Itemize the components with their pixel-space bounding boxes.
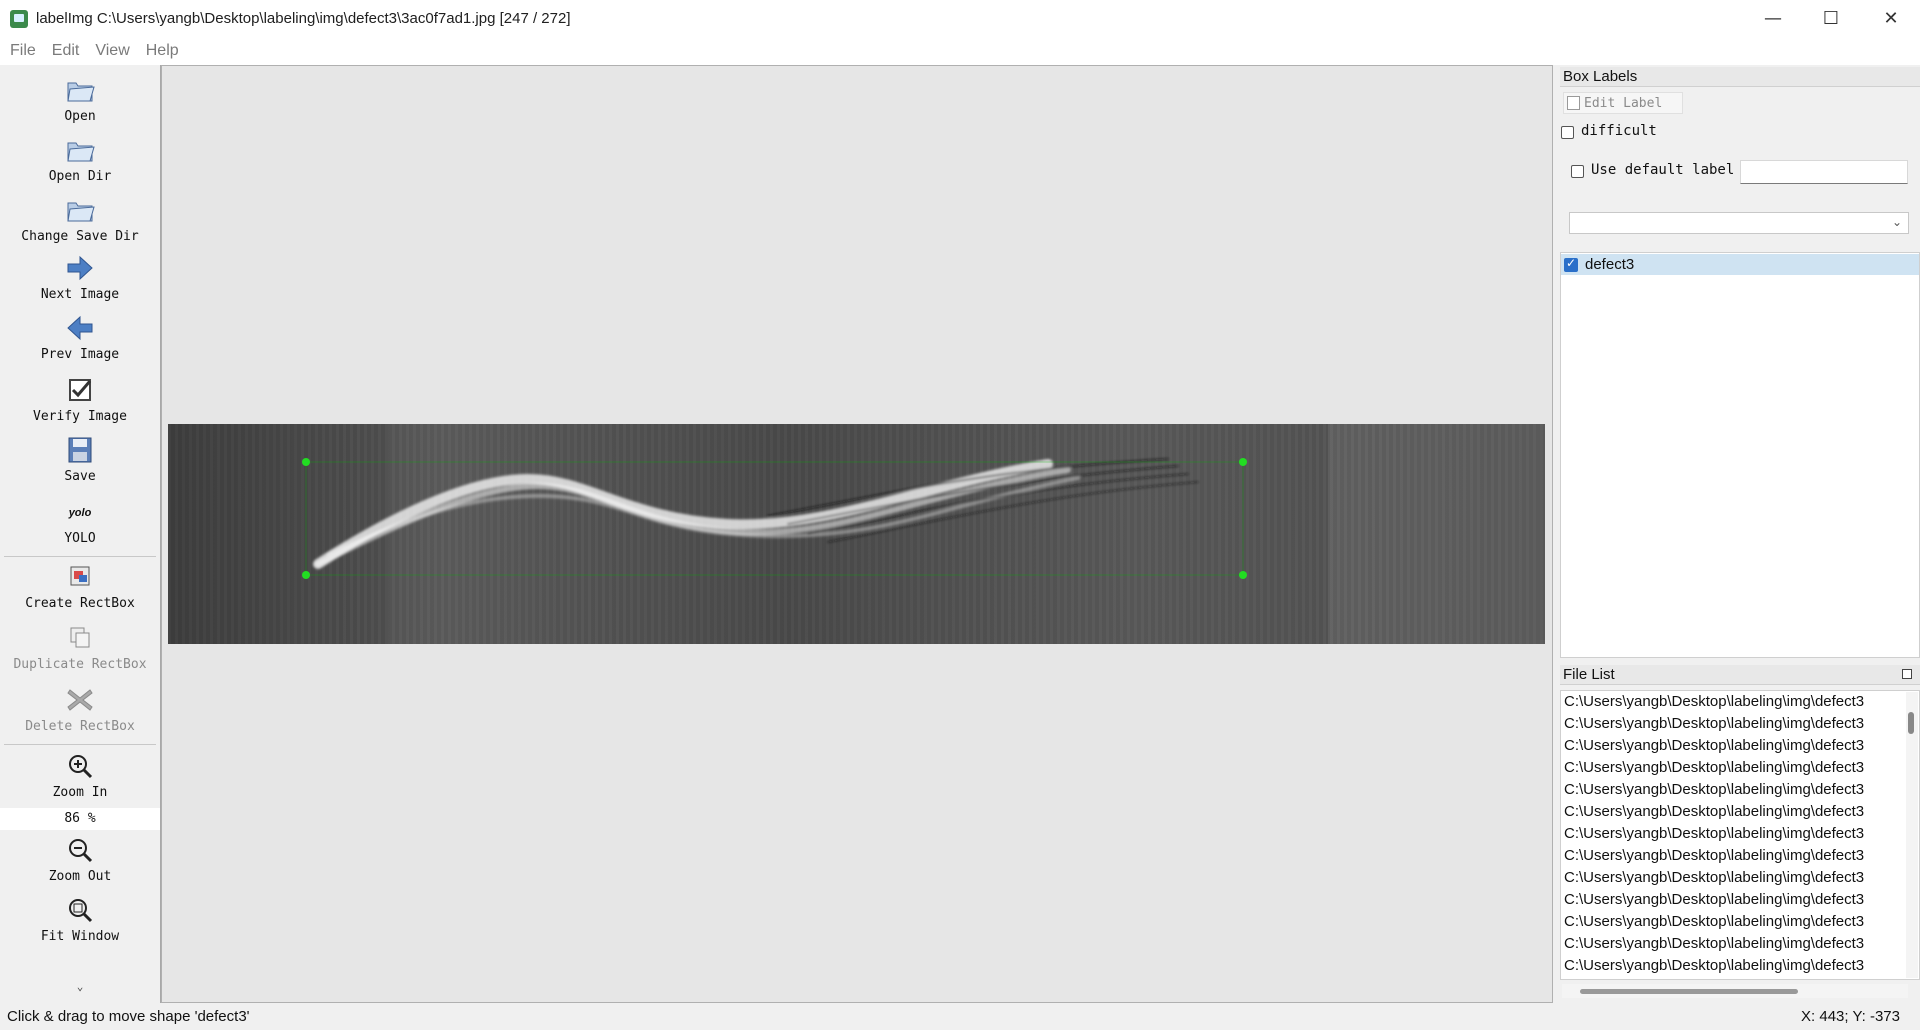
box-labels-header: Box Labels bbox=[1560, 67, 1920, 87]
file-list-item[interactable]: C:\Users\yangb\Desktop\labeling\img\defe… bbox=[1564, 823, 1904, 845]
left-toolbar: Open Open Dir Change Save Dir Next Image… bbox=[0, 65, 161, 1003]
file-list-item[interactable]: C:\Users\yangb\Desktop\labeling\img\defe… bbox=[1564, 779, 1904, 801]
zoom-in-label: Zoom In bbox=[52, 785, 108, 800]
undock-icon[interactable] bbox=[1902, 669, 1912, 679]
image-display[interactable] bbox=[168, 424, 1545, 644]
file-list-item[interactable]: C:\Users\yangb\Desktop\labeling\img\defe… bbox=[1564, 735, 1904, 757]
default-label-input[interactable] bbox=[1740, 160, 1908, 184]
window-title: labelImg C:\Users\yangb\Desktop\labeling… bbox=[36, 10, 571, 27]
file-list-item[interactable]: C:\Users\yangb\Desktop\labeling\img\defe… bbox=[1564, 757, 1904, 779]
fit-window-icon bbox=[69, 899, 93, 923]
edit-label-text: Edit Label bbox=[1584, 96, 1663, 111]
file-list-item[interactable]: C:\Users\yangb\Desktop\labeling\img\defe… bbox=[1564, 801, 1904, 823]
box-handle[interactable] bbox=[302, 571, 310, 579]
prev-image-button[interactable]: Prev Image bbox=[0, 313, 160, 362]
menu-help[interactable]: Help bbox=[146, 42, 179, 60]
create-rectbox-label: Create RectBox bbox=[25, 596, 135, 611]
floppy-disk-icon bbox=[68, 437, 92, 463]
defect-image bbox=[168, 424, 1545, 644]
menu-view[interactable]: View bbox=[95, 42, 129, 60]
folder-icon bbox=[67, 82, 95, 102]
open-dir-label: Open Dir bbox=[48, 169, 112, 184]
verify-image-button[interactable]: Verify Image bbox=[0, 375, 160, 424]
box-handle[interactable] bbox=[302, 458, 310, 466]
open-label: Open bbox=[64, 109, 96, 124]
toolbar-more-chevron-icon[interactable]: ⌄ bbox=[0, 980, 160, 993]
file-list-item[interactable]: C:\Users\yangb\Desktop\labeling\img\defe… bbox=[1564, 889, 1904, 911]
minimize-button[interactable]: — bbox=[1744, 0, 1802, 37]
use-default-label-checkbox[interactable] bbox=[1571, 165, 1584, 178]
label-combobox[interactable]: ⌄ bbox=[1569, 212, 1909, 234]
prev-image-label: Prev Image bbox=[40, 347, 120, 362]
label-name: defect3 bbox=[1585, 256, 1635, 273]
duplicate-icon bbox=[70, 627, 90, 648]
delete-rectbox-button[interactable]: Delete RectBox bbox=[0, 685, 160, 734]
folder-icon bbox=[67, 142, 95, 162]
zoom-out-icon bbox=[69, 839, 93, 863]
toolbar-separator bbox=[4, 556, 156, 557]
toolbar-separator bbox=[4, 744, 156, 745]
file-list-item[interactable]: C:\Users\yangb\Desktop\labeling\img\defe… bbox=[1564, 691, 1904, 713]
chevron-down-icon: ⌄ bbox=[1891, 215, 1902, 229]
duplicate-rectbox-label: Duplicate RectBox bbox=[13, 657, 147, 672]
box-handle[interactable] bbox=[1239, 571, 1247, 579]
checkbox-icon bbox=[69, 379, 92, 401]
zoom-in-button[interactable]: Zoom In bbox=[0, 751, 160, 800]
next-image-label: Next Image bbox=[40, 287, 120, 302]
file-list-item[interactable]: C:\Users\yangb\Desktop\labeling\img\defe… bbox=[1564, 845, 1904, 867]
menu-bar: File Edit View Help bbox=[0, 37, 1920, 65]
box-handle[interactable] bbox=[1239, 458, 1247, 466]
use-default-label-text: Use default label bbox=[1591, 162, 1735, 178]
menu-edit[interactable]: Edit bbox=[52, 42, 80, 60]
file-list-item[interactable]: C:\Users\yangb\Desktop\labeling\img\defe… bbox=[1564, 713, 1904, 735]
file-list-vscrollbar[interactable] bbox=[1906, 692, 1918, 978]
verify-image-label: Verify Image bbox=[33, 409, 127, 424]
next-image-button[interactable]: Next Image bbox=[0, 253, 160, 302]
difficult-checkbox[interactable] bbox=[1561, 126, 1574, 139]
app-icon bbox=[10, 9, 28, 28]
zoom-out-button[interactable]: Zoom Out bbox=[0, 835, 160, 884]
edit-icon bbox=[1567, 96, 1580, 110]
fit-window-button[interactable]: Fit Window bbox=[0, 895, 160, 944]
file-list-item[interactable]: C:\Users\yangb\Desktop\labeling\img\defe… bbox=[1564, 911, 1904, 933]
open-dir-button[interactable]: Open Dir bbox=[0, 135, 160, 184]
cursor-coordinates: X: 443; Y: -373 bbox=[1801, 1008, 1900, 1025]
yolo-label: YOLO bbox=[64, 531, 96, 546]
change-save-dir-button[interactable]: Change Save Dir bbox=[0, 195, 160, 244]
file-list-vscroll-thumb[interactable] bbox=[1908, 712, 1914, 734]
arrow-right-icon bbox=[67, 255, 93, 281]
create-rectbox-button[interactable]: Create RectBox bbox=[0, 562, 160, 611]
close-button[interactable]: ✕ bbox=[1862, 0, 1920, 37]
folder-icon bbox=[67, 202, 95, 222]
file-list-header: File List bbox=[1560, 665, 1920, 685]
status-message: Click & drag to move shape 'defect3' bbox=[7, 1008, 250, 1025]
delete-rectbox-label: Delete RectBox bbox=[25, 719, 135, 734]
change-save-dir-label: Change Save Dir bbox=[21, 229, 139, 244]
edit-label-button[interactable]: Edit Label bbox=[1563, 92, 1683, 114]
label-list[interactable] bbox=[1560, 252, 1920, 658]
delete-x-icon bbox=[67, 689, 93, 711]
menu-file[interactable]: File bbox=[10, 42, 36, 60]
difficult-label: difficult bbox=[1581, 123, 1657, 139]
file-list-item[interactable]: C:\Users\yangb\Desktop\labeling\img\defe… bbox=[1564, 955, 1904, 977]
fit-window-label: Fit Window bbox=[40, 929, 120, 944]
status-bar: Click & drag to move shape 'defect3' X: … bbox=[0, 1003, 1920, 1030]
zoom-in-icon bbox=[69, 755, 93, 779]
save-button[interactable]: Save bbox=[0, 435, 160, 484]
yolo-icon: yolo bbox=[68, 507, 92, 519]
zoom-out-label: Zoom Out bbox=[48, 869, 112, 884]
yolo-button[interactable]: yolo YOLO bbox=[0, 503, 160, 546]
label-visible-checkbox[interactable] bbox=[1564, 256, 1578, 272]
create-rectbox-icon bbox=[70, 566, 90, 586]
file-list-hscroll-thumb[interactable] bbox=[1580, 989, 1798, 994]
duplicate-rectbox-button[interactable]: Duplicate RectBox bbox=[0, 623, 160, 672]
zoom-value[interactable]: 86 % bbox=[0, 808, 160, 830]
title-bar: labelImg C:\Users\yangb\Desktop\labeling… bbox=[0, 0, 1920, 37]
file-list-item[interactable]: C:\Users\yangb\Desktop\labeling\img\defe… bbox=[1564, 933, 1904, 955]
maximize-button[interactable]: ☐ bbox=[1802, 0, 1860, 37]
save-label: Save bbox=[64, 469, 96, 484]
file-list-item[interactable]: C:\Users\yangb\Desktop\labeling\img\defe… bbox=[1564, 867, 1904, 889]
open-button[interactable]: Open bbox=[0, 75, 160, 124]
arrow-left-icon bbox=[67, 315, 93, 341]
